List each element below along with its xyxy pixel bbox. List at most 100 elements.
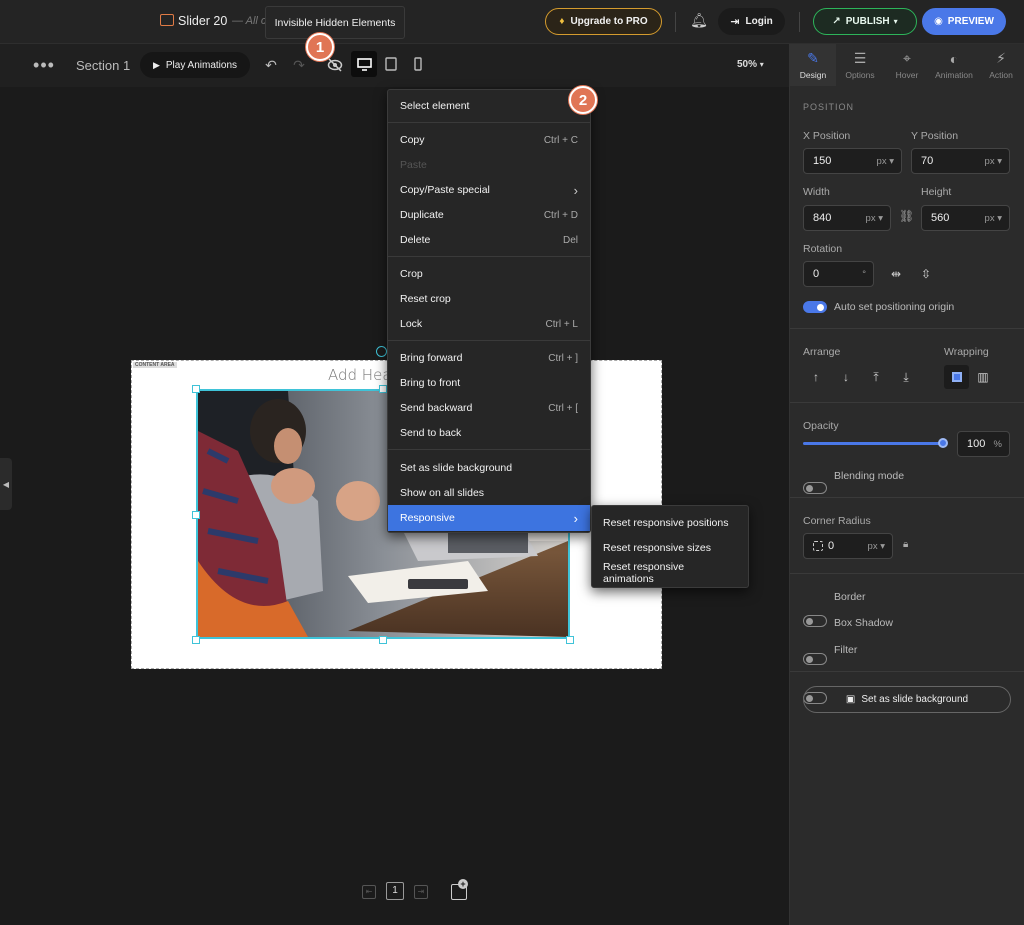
preview-label: PREVIEW bbox=[947, 16, 994, 27]
y-position-input[interactable]: 70 px ▾ bbox=[911, 148, 1010, 174]
menu-item-send-backward[interactable]: Send backward Ctrl + [ bbox=[388, 396, 590, 420]
tab-label: Options bbox=[845, 70, 875, 80]
rotation-input[interactable]: 0 ° bbox=[803, 261, 874, 287]
link-dimensions-icon[interactable]: ⛓︎ bbox=[899, 209, 914, 223]
menu-item-bring-to-front[interactable]: Bring to front bbox=[388, 371, 590, 395]
menu-item-paste[interactable]: Paste bbox=[388, 153, 590, 177]
menu-item-crop[interactable]: Crop bbox=[388, 262, 590, 286]
unit-select[interactable]: px ▾ bbox=[868, 541, 885, 552]
plus-icon: + bbox=[458, 879, 468, 889]
menu-item-responsive[interactable]: Responsive › bbox=[388, 505, 590, 531]
divider bbox=[799, 12, 800, 32]
menu-item-duplicate[interactable]: Duplicate Ctrl + D bbox=[388, 203, 590, 227]
chevron-down-icon: ▾ bbox=[893, 17, 898, 26]
wrap-none-icon[interactable] bbox=[944, 365, 969, 389]
box-shadow-toggle[interactable] bbox=[803, 653, 827, 665]
previous-slide-icon[interactable]: ⇤ bbox=[362, 885, 376, 899]
tablet-view-icon[interactable] bbox=[382, 55, 400, 73]
menu-item-shortcut: Ctrl + D bbox=[543, 209, 578, 221]
publish-button[interactable]: ↗ PUBLISH ▾ bbox=[813, 8, 917, 35]
menu-item-bring-forward[interactable]: Bring forward Ctrl + ] bbox=[388, 346, 590, 370]
menu-item-label: Responsive bbox=[400, 512, 455, 524]
move-to-top-icon[interactable]: ⤒ bbox=[865, 366, 887, 388]
unit-label: px bbox=[876, 155, 887, 167]
panel-separator bbox=[790, 328, 1024, 329]
mobile-view-icon[interactable] bbox=[410, 55, 426, 73]
upgrade-button[interactable]: ♦ Upgrade to PRO bbox=[545, 8, 662, 35]
flip-horizontal-icon[interactable]: ⇹ bbox=[885, 263, 907, 285]
slide-number[interactable]: 1 bbox=[386, 882, 404, 900]
diamond-icon: ♦ bbox=[559, 16, 565, 27]
x-position-input[interactable]: 150 px ▾ bbox=[803, 148, 902, 174]
submenu-item-reset-sizes[interactable]: Reset responsive sizes bbox=[592, 536, 748, 560]
menu-item-lock[interactable]: Lock Ctrl + L bbox=[388, 312, 590, 336]
submenu-item-reset-animations[interactable]: Reset responsive animations bbox=[592, 561, 748, 585]
blending-mode-toggle[interactable] bbox=[803, 482, 827, 494]
login-button[interactable]: ⇥ Login bbox=[718, 8, 785, 35]
unit-select[interactable]: px ▾ bbox=[866, 213, 883, 224]
tab-label: Hover bbox=[895, 70, 919, 80]
tab-label: Action bbox=[989, 70, 1013, 80]
opacity-slider-thumb[interactable] bbox=[938, 438, 948, 448]
x-position-value: 150 bbox=[813, 155, 832, 167]
wrap-around-icon[interactable]: ▥ bbox=[972, 366, 994, 388]
menu-separator bbox=[388, 340, 590, 341]
bell-icon[interactable]: 🔔︎ bbox=[690, 12, 708, 30]
tab-animation[interactable]: ◐ Animation bbox=[931, 44, 977, 86]
menu-item-show-on-all-slides[interactable]: Show on all slides bbox=[388, 481, 590, 505]
menu-item-copy[interactable]: Copy Ctrl + C bbox=[388, 128, 590, 152]
rotate-handle[interactable] bbox=[376, 346, 387, 357]
tab-action[interactable]: ⚡︎ Action bbox=[978, 44, 1024, 86]
menu-item-send-to-back[interactable]: Send to back bbox=[388, 421, 590, 445]
height-input[interactable]: 560 px ▾ bbox=[921, 205, 1010, 231]
submenu-item-reset-positions[interactable]: Reset responsive positions bbox=[592, 511, 748, 535]
sliders-icon: ☰ bbox=[853, 50, 867, 66]
play-animations-button[interactable]: ▶ Play Animations bbox=[140, 52, 250, 78]
add-slide-icon[interactable]: + bbox=[451, 879, 468, 900]
left-panel-toggle[interactable]: ◀ bbox=[0, 458, 12, 510]
menu-header-label: Select element bbox=[400, 100, 470, 112]
border-toggle[interactable] bbox=[803, 615, 827, 627]
resize-handle-sw[interactable] bbox=[192, 636, 200, 644]
flip-vertical-icon[interactable]: ⇳ bbox=[915, 263, 937, 285]
preview-button[interactable]: ◉ PREVIEW bbox=[922, 8, 1006, 35]
zoom-select[interactable]: 50% ▾ bbox=[737, 59, 764, 70]
menu-item-delete[interactable]: Delete Del bbox=[388, 228, 590, 252]
undo-icon[interactable]: ↶ bbox=[262, 56, 280, 74]
move-up-icon[interactable]: ↑ bbox=[805, 366, 827, 388]
unit-select[interactable]: px ▾ bbox=[877, 156, 894, 167]
opacity-input[interactable]: 100% bbox=[957, 431, 1010, 457]
tab-options[interactable]: ☰ Options bbox=[837, 44, 883, 86]
heading-text[interactable]: Add Hea bbox=[328, 366, 392, 384]
menu-item-reset-crop[interactable]: Reset crop bbox=[388, 287, 590, 311]
tab-hover[interactable]: ⌖ Hover bbox=[884, 44, 930, 86]
tab-design[interactable]: ✎ Design bbox=[790, 44, 836, 86]
arrange-label: Arrange bbox=[803, 346, 841, 358]
desktop-view-icon[interactable] bbox=[351, 51, 377, 77]
resize-handle-nw[interactable] bbox=[192, 385, 200, 393]
move-to-bottom-icon[interactable]: ⤓ bbox=[895, 366, 917, 388]
unit-select[interactable]: px ▾ bbox=[985, 156, 1002, 167]
menu-item-copy-paste-special[interactable]: Copy/Paste special › bbox=[388, 178, 590, 202]
lock-icon[interactable]: 🔒︎ bbox=[903, 539, 908, 550]
next-slide-icon[interactable]: ⇥ bbox=[414, 885, 428, 899]
more-options-icon[interactable]: ••• bbox=[32, 55, 56, 75]
auto-origin-toggle[interactable] bbox=[803, 301, 827, 313]
redo-icon[interactable]: ↷ bbox=[290, 56, 308, 74]
move-down-icon[interactable]: ↓ bbox=[835, 366, 857, 388]
opacity-slider[interactable] bbox=[803, 442, 943, 445]
resize-handle-n[interactable] bbox=[379, 385, 387, 393]
resize-handle-s[interactable] bbox=[379, 636, 387, 644]
hidden-elements-eye-icon[interactable] bbox=[325, 56, 345, 74]
corner-radius-input[interactable]: 0 px ▾ bbox=[803, 533, 893, 559]
unit-select[interactable]: px ▾ bbox=[985, 213, 1002, 224]
menu-item-set-slide-background[interactable]: Set as slide background bbox=[388, 456, 590, 480]
menu-item-label: Crop bbox=[400, 268, 423, 280]
resize-handle-se[interactable] bbox=[566, 636, 574, 644]
set-slide-background-button[interactable]: ▣ Set as slide background bbox=[803, 686, 1011, 713]
menu-separator bbox=[388, 122, 590, 123]
menu-item-label: Bring forward bbox=[400, 352, 463, 364]
width-input[interactable]: 840 px ▾ bbox=[803, 205, 891, 231]
wrapping-label: Wrapping bbox=[944, 346, 989, 358]
resize-handle-w[interactable] bbox=[192, 511, 200, 519]
